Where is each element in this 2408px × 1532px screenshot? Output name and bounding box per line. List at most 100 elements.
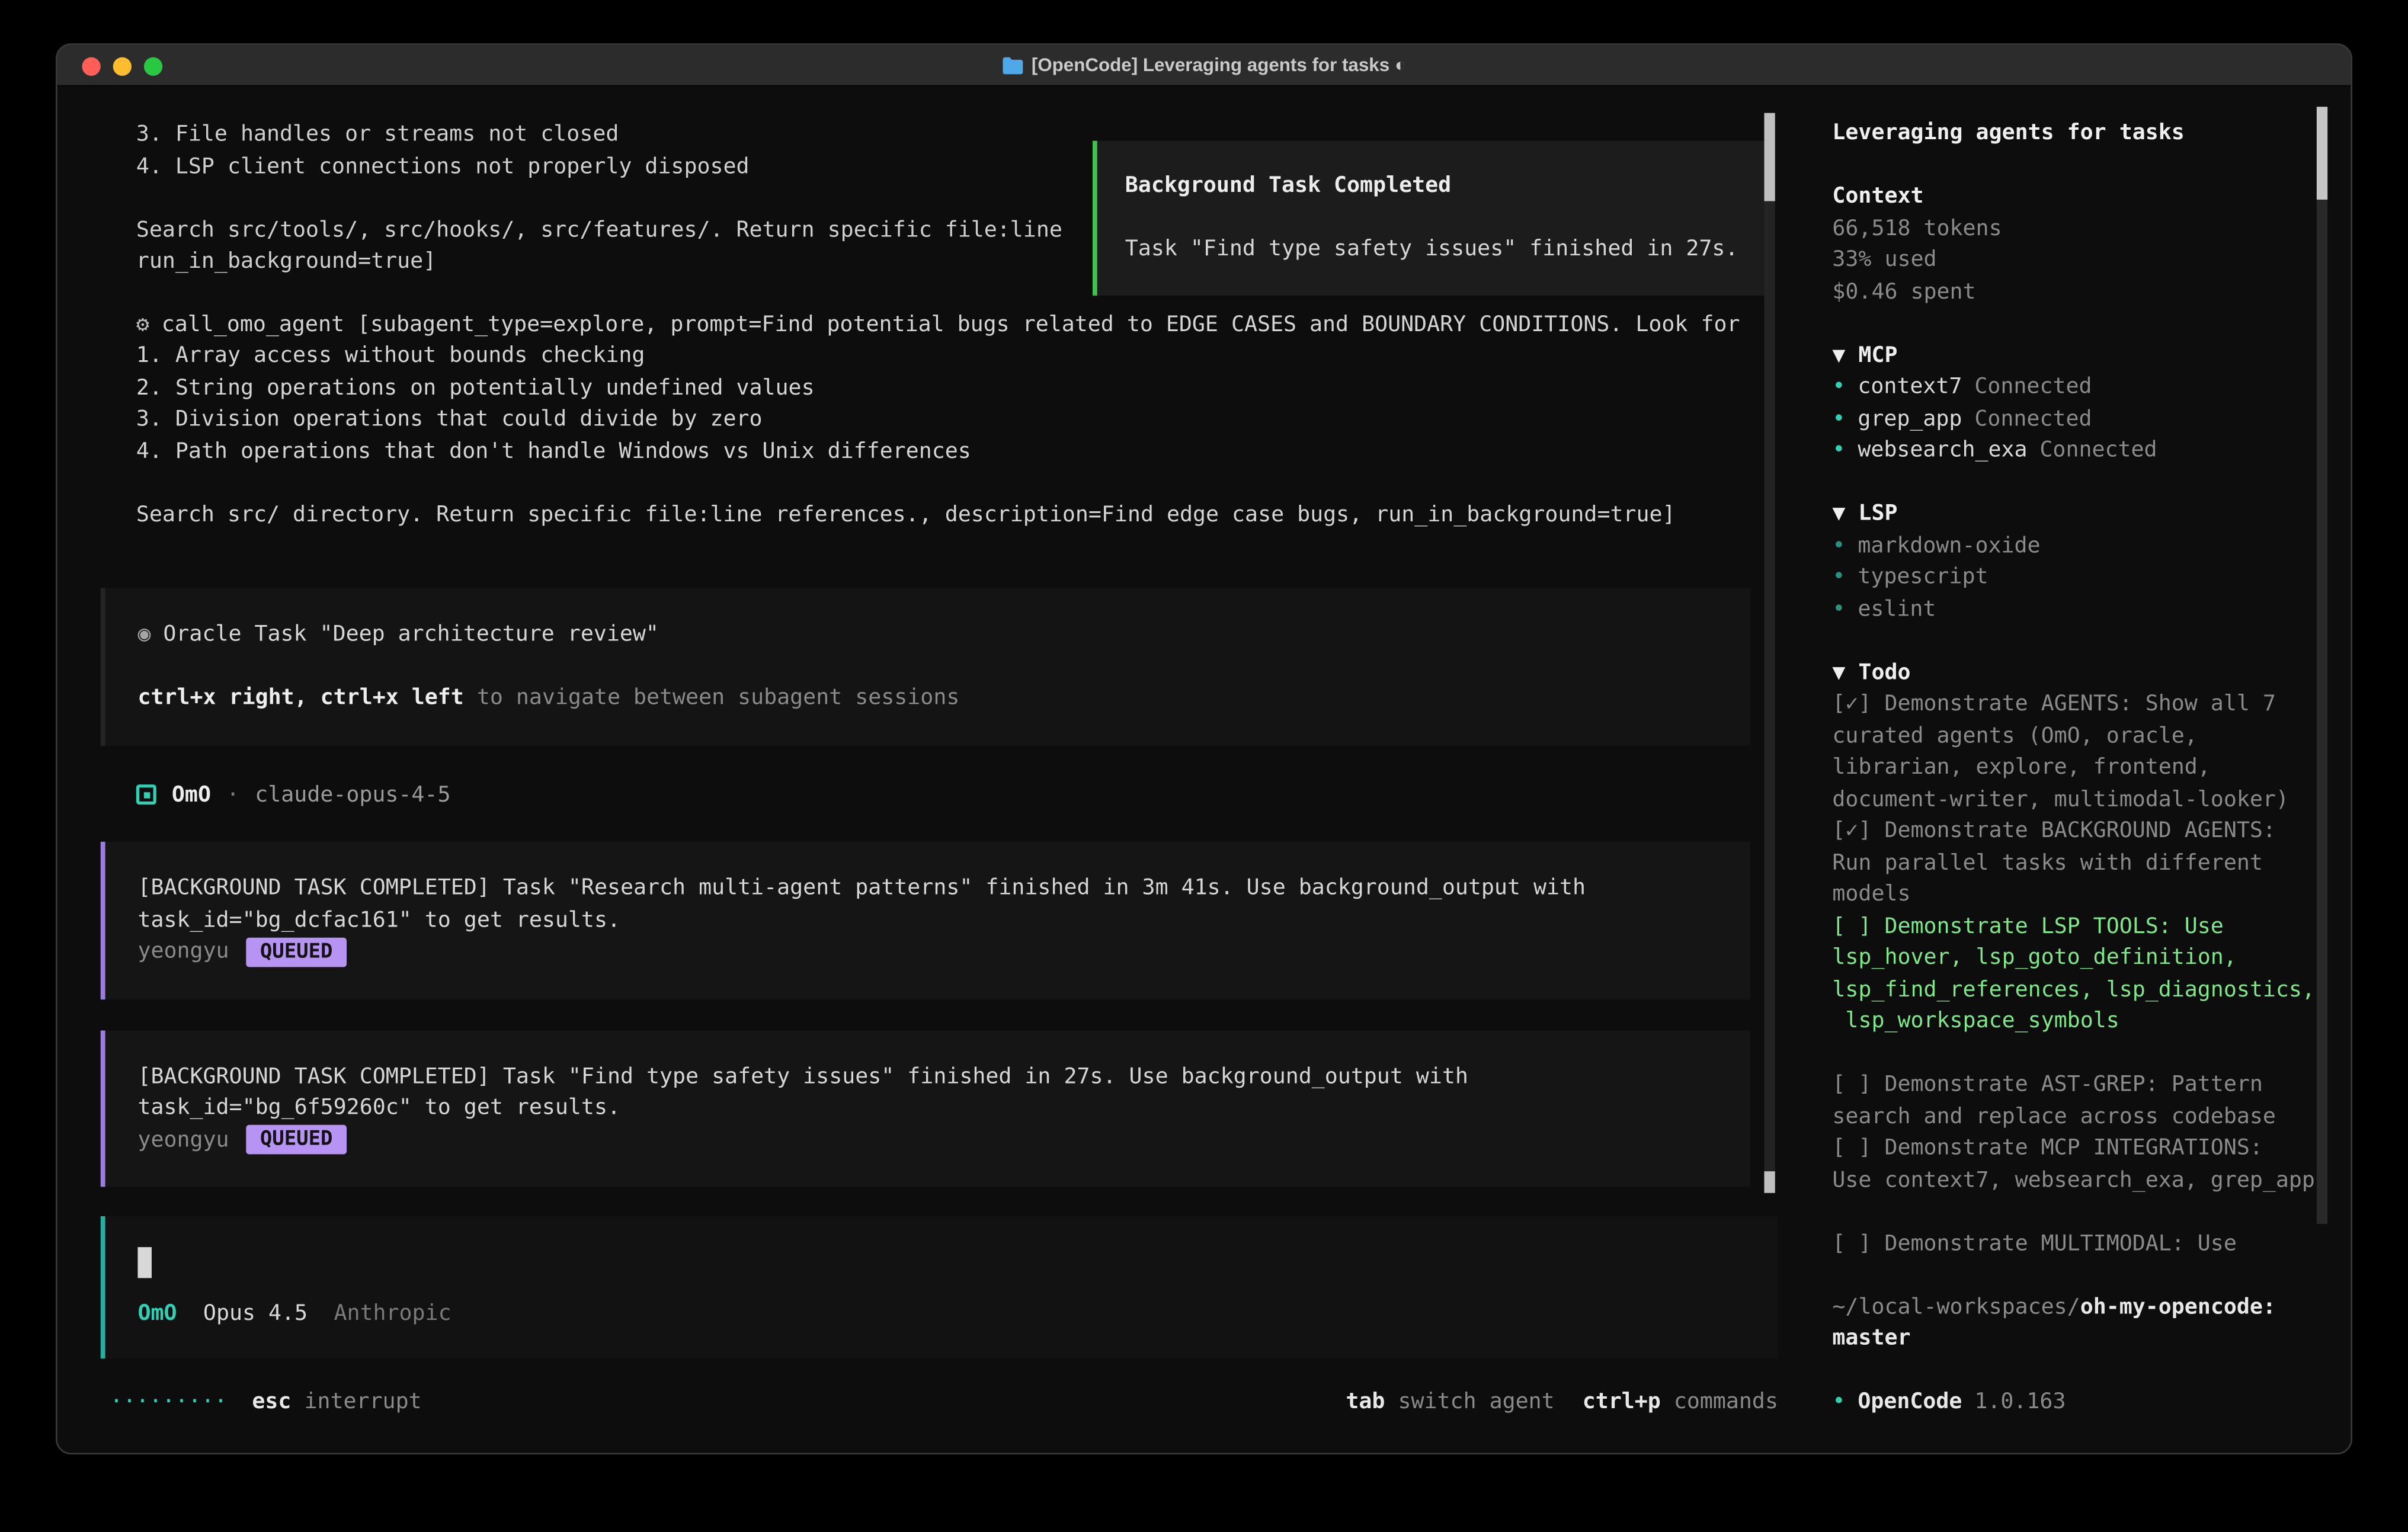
oracle-task-title: Oracle Task "Deep architecture review" (163, 622, 659, 647)
esc-key: esc (252, 1389, 291, 1414)
switch-agent-label: switch agent (1398, 1389, 1554, 1414)
gear-icon: ⚙ (136, 312, 149, 336)
message-author: yeongyu (137, 1124, 229, 1156)
tool-call-text: call_omo_agent [subagent_type=explore, p… (162, 312, 1740, 336)
main-scrollbar-thumb-bottom[interactable] (1764, 1171, 1775, 1193)
message-meta: yeongyu QUEUED (137, 1124, 1713, 1156)
message-block: [BACKGROUND TASK COMPLETED] Task "Resear… (101, 842, 1750, 999)
tool-call-body: 1. Array access without bounds checking … (136, 341, 1789, 531)
switch-agent-hint: tab switch agent (1346, 1386, 1554, 1418)
mcp-header[interactable]: ▼ MCP (1832, 339, 2326, 371)
context-used: 33% used (1832, 245, 2326, 277)
workspace-path: ~/local-workspaces/oh-my-opencode: maste… (1832, 1291, 2326, 1355)
bullet-icon: • (1832, 562, 1845, 594)
zoom-button[interactable] (144, 57, 162, 76)
lsp-item: •eslint (1832, 594, 2326, 626)
queued-badge: QUEUED (246, 937, 347, 967)
mcp-item: •context7Connected (1832, 371, 2326, 403)
omo-agent-icon (136, 785, 156, 805)
agent-separator: · (226, 779, 239, 811)
commands-label: commands (1674, 1389, 1778, 1414)
agent-model: claude-opus-4-5 (255, 779, 450, 811)
prompt-input[interactable]: OmO Opus 4.5 Anthropic (101, 1216, 1778, 1358)
ctrl-p-key: ctrl+p (1583, 1389, 1661, 1414)
toast-body: Task "Find type safety issues" finished … (1125, 233, 1747, 265)
context-spent: $0.46 spent (1832, 276, 2326, 308)
fisheye-icon: ◉ (137, 622, 150, 647)
workspace-prefix: ~/local-workspaces/ (1832, 1294, 2080, 1319)
prompt-meta: OmO Opus 4.5 Anthropic (137, 1298, 1741, 1330)
screen: [OpenCode] Leveraging agents for tasks ◐… (0, 0, 2408, 1532)
agent-name: OmO (172, 779, 211, 811)
oracle-hint-text: to navigate between subagent sessions (464, 685, 960, 710)
spinner-dots: ········· (110, 1386, 227, 1418)
oracle-nav-hint: ctrl+x right, ctrl+x left to navigate be… (137, 682, 1713, 714)
todo-header[interactable]: ▼ Todo (1832, 657, 2326, 689)
main-scrollbar-thumb[interactable] (1764, 113, 1775, 201)
lsp-item: •typescript (1832, 562, 2326, 594)
oracle-task-title-row: ◉ Oracle Task "Deep architecture review" (137, 619, 1713, 651)
window-title: [OpenCode] Leveraging agents for tasks ◐ (1002, 54, 1406, 76)
lsp-item: •markdown-oxide (1832, 530, 2326, 562)
toast-title: Background Task Completed (1125, 170, 1747, 202)
window-title-text: [OpenCode] Leveraging agents for tasks ◐ (1032, 54, 1406, 76)
bullet-icon: • (1832, 1386, 1845, 1418)
tool-call-block: ⚙ call_omo_agent [subagent_type=explore, … (136, 309, 1789, 531)
prompt-model: Opus 4.5 (203, 1298, 308, 1330)
interrupt-hint: esc interrupt (252, 1386, 421, 1418)
commands-hint: ctrl+p commands (1583, 1386, 1778, 1418)
bullet-icon: • (1832, 594, 1845, 626)
bullet-icon: • (1832, 530, 1845, 562)
sidebar-scrollbar-thumb[interactable] (2317, 107, 2327, 200)
status-bar-right: tab switch agent ctrl+p commands (1346, 1386, 1778, 1418)
folder-icon (1002, 56, 1022, 73)
traffic-lights (82, 57, 162, 76)
sidebar-scrollbar[interactable] (2317, 107, 2327, 1224)
notification-toast: Background Task Completed Task "Find typ… (1093, 141, 1769, 295)
lsp-header[interactable]: ▼ LSP (1832, 498, 2326, 530)
lsp-section: ▼ LSP •markdown-oxide •typescript •eslin… (1832, 498, 2326, 625)
todo-item: [ ] Demonstrate AST-GREP: Pattern search… (1832, 1069, 2326, 1133)
agent-header: OmO · claude-opus-4-5 (136, 779, 1789, 811)
todo-item: [ ] Demonstrate MCP INTEGRATIONS: Use co… (1832, 1133, 2326, 1196)
oracle-task-panel: ◉Oracle Task "Deep architecture review" … (101, 588, 1750, 745)
close-button[interactable] (82, 57, 100, 76)
interrupt-label: interrupt (304, 1389, 421, 1414)
todo-item-active: [ ] Demonstrate LSP TOOLS: Use lsp_hover… (1832, 911, 2326, 1037)
message-block: [BACKGROUND TASK COMPLETED] Task "Find t… (101, 1030, 1750, 1187)
todo-item: [ ] Demonstrate MULTIMODAL: Use (1832, 1227, 2326, 1259)
context-section: Context 66,518 tokens 33% used $0.46 spe… (1832, 181, 2326, 308)
context-tokens: 66,518 tokens (1832, 213, 2326, 245)
status-bar: ········· esc interrupt tab switch agent… (110, 1386, 1778, 1418)
message-meta: yeongyu QUEUED (137, 936, 1713, 968)
version-footer: • OpenCode 1.0.163 (1832, 1386, 2066, 1418)
todo-item: [✓] Demonstrate AGENTS: Show all 7 curat… (1832, 688, 2326, 815)
workspace-repo: oh-my-opencode: (2080, 1294, 2276, 1319)
session-sidebar: Leveraging agents for tasks Context 66,5… (1808, 86, 2352, 1454)
todo-section: ▼ Todo [✓] Demonstrate AGENTS: Show all … (1832, 657, 2326, 1259)
prompt-provider: Anthropic (334, 1298, 451, 1330)
bullet-icon: • (1832, 435, 1845, 467)
prompt-agent: OmO (137, 1298, 177, 1330)
todo-item: [✓] Demonstrate BACKGROUND AGENTS: Run p… (1832, 815, 2326, 911)
tool-call-first-line: ⚙ call_omo_agent [subagent_type=explore, … (136, 309, 1789, 341)
minimize-button[interactable] (113, 57, 132, 76)
tab-key: tab (1346, 1389, 1385, 1414)
terminal-window: [OpenCode] Leveraging agents for tasks ◐… (56, 43, 2352, 1454)
opencode-version: 1.0.163 (1974, 1386, 2066, 1418)
mcp-section: ▼ MCP •context7Connected •grep_appConnec… (1832, 339, 2326, 466)
opencode-name: OpenCode (1858, 1386, 1962, 1418)
workspace-branch: master (1832, 1323, 2326, 1355)
session-title: Leveraging agents for tasks (1832, 117, 2326, 149)
bullet-icon: • (1832, 371, 1845, 403)
mcp-item: •websearch_exaConnected (1832, 435, 2326, 467)
titlebar: [OpenCode] Leveraging agents for tasks ◐ (57, 45, 2351, 87)
main-scrollbar[interactable] (1764, 113, 1775, 1193)
queued-badge: QUEUED (246, 1125, 347, 1155)
oracle-hint-keys: ctrl+x right, ctrl+x left (137, 685, 463, 710)
context-header: Context (1832, 181, 2326, 213)
message-text: [BACKGROUND TASK COMPLETED] Task "Find t… (137, 1060, 1713, 1124)
message-text: [BACKGROUND TASK COMPLETED] Task "Resear… (137, 873, 1713, 936)
text-cursor (137, 1247, 152, 1278)
message-author: yeongyu (137, 936, 229, 968)
